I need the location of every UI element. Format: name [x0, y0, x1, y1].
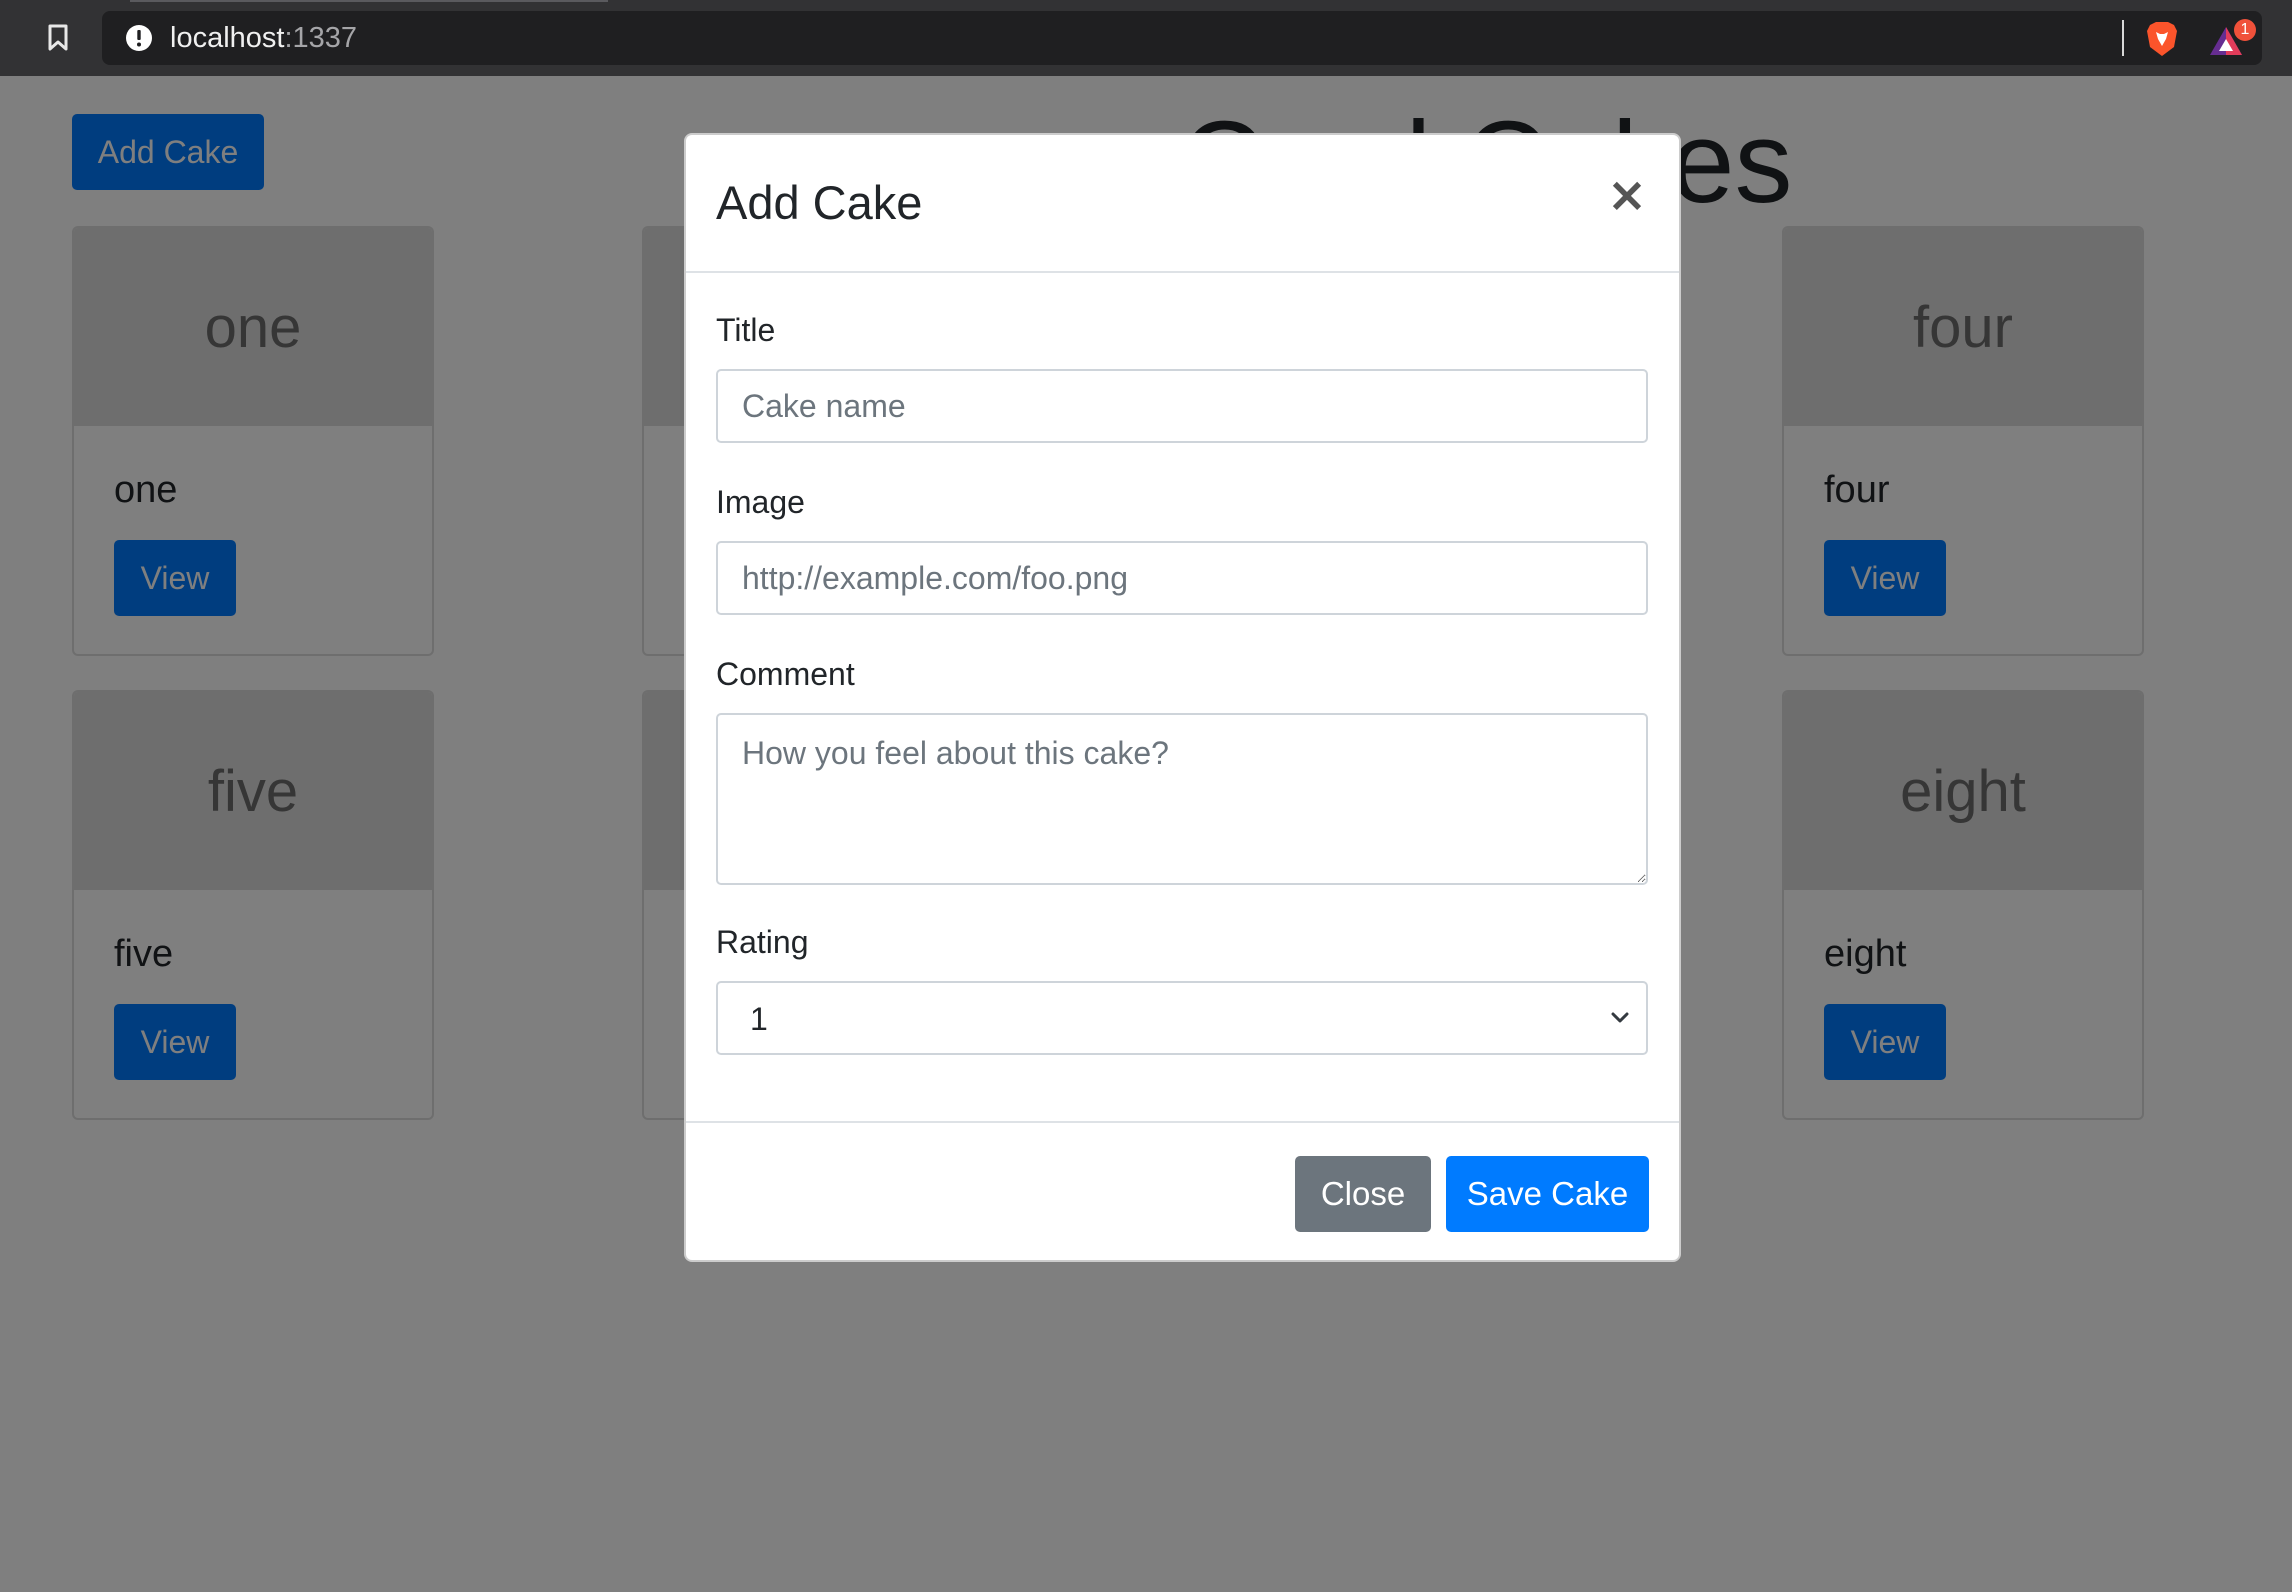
title-label: Title [716, 312, 776, 348]
modal-header: Add Cake × [686, 135, 1679, 273]
rating-label: Rating [716, 924, 809, 960]
close-icon[interactable]: × [1605, 171, 1649, 219]
rating-select[interactable]: 1 [716, 981, 1648, 1055]
rating-select-value: 1 [750, 1001, 768, 1037]
bookmark-icon[interactable] [40, 20, 76, 56]
image-url-input[interactable] [716, 541, 1648, 615]
tab-indicator [130, 0, 608, 2]
comment-textarea[interactable] [716, 713, 1648, 885]
brave-shield-icon[interactable] [2142, 19, 2182, 59]
add-cake-modal: Add Cake × Title Image Comment Rating 1 … [684, 133, 1681, 1262]
close-button[interactable]: Close [1295, 1156, 1431, 1232]
image-label: Image [716, 484, 805, 520]
info-icon[interactable] [124, 23, 154, 53]
address-bar[interactable]: localhost:1337 1 [102, 11, 2262, 65]
rewards-triangle-icon[interactable]: 1 [2208, 19, 2256, 59]
modal-footer: Close Save Cake [686, 1121, 1679, 1260]
toolbar-divider [2122, 20, 2124, 56]
url-host: localhost [170, 22, 285, 54]
chevron-down-icon [1608, 1006, 1632, 1030]
url-text[interactable]: localhost:1337 [170, 23, 357, 53]
modal-title: Add Cake [716, 176, 923, 229]
title-input[interactable] [716, 369, 1648, 443]
rewards-badge: 1 [2234, 19, 2256, 41]
url-port: :1337 [284, 22, 358, 54]
browser-toolbar: localhost:1337 1 [0, 0, 2292, 76]
comment-label: Comment [716, 656, 855, 692]
save-cake-button[interactable]: Save Cake [1446, 1156, 1649, 1232]
